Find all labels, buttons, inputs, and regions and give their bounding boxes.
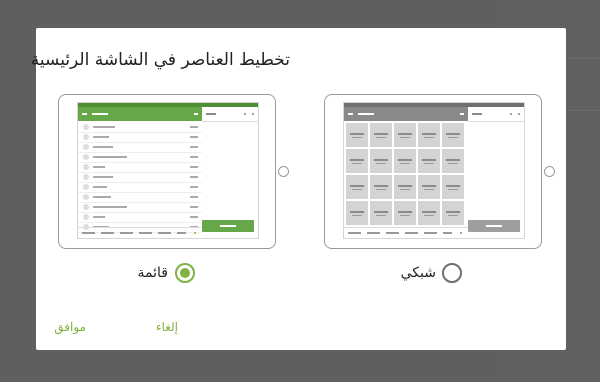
cancel-button[interactable]: إلغاء [156, 320, 178, 334]
grid-tile [418, 201, 440, 225]
list-preview-screen [77, 102, 259, 239]
ok-button[interactable]: موافق [54, 320, 86, 334]
grid-tile [418, 175, 440, 199]
grid-preview-appbar [344, 107, 468, 121]
list-preview-appbar [78, 107, 202, 121]
layout-dialog: تخطيط العناصر في الشاشة الرئيسية قائمة ش… [31, 28, 566, 350]
grid-tile [346, 201, 368, 225]
tablet-home-button [278, 166, 289, 177]
grid-tile [442, 201, 464, 225]
grid-tile [370, 201, 392, 225]
list-preview-action-button [202, 220, 254, 232]
grid-tile [418, 149, 440, 173]
grid-tile [370, 123, 392, 147]
grid-tile [442, 149, 464, 173]
grid-tile [346, 175, 368, 199]
grid-tile [394, 175, 416, 199]
grid-tile [370, 149, 392, 173]
grid-layout-label[interactable]: شبكي [401, 265, 436, 281]
tablet-home-button [544, 166, 555, 177]
list-layout-preview[interactable] [58, 94, 289, 249]
grid-tile [346, 149, 368, 173]
list-layout-radio[interactable] [175, 263, 195, 283]
list-preview-detail-bar [202, 107, 258, 122]
list-layout-label[interactable]: قائمة [138, 265, 168, 281]
grid-tile [394, 123, 416, 147]
grid-preview-screen [343, 102, 525, 239]
grid-tile [442, 123, 464, 147]
list-preview-bottom-nav [78, 227, 202, 238]
grid-tile [370, 175, 392, 199]
grid-tile [394, 149, 416, 173]
grid-preview-bottom-nav [344, 227, 468, 238]
grid-layout-radio[interactable] [442, 263, 462, 283]
grid-tile [418, 123, 440, 147]
grid-tile [394, 201, 416, 225]
grid-preview-detail-bar [468, 107, 524, 122]
grid-preview-action-button [468, 220, 520, 232]
grid-tile [346, 123, 368, 147]
grid-layout-preview[interactable] [324, 94, 555, 249]
dialog-title: تخطيط العناصر في الشاشة الرئيسية [30, 50, 290, 70]
grid-tile [442, 175, 464, 199]
